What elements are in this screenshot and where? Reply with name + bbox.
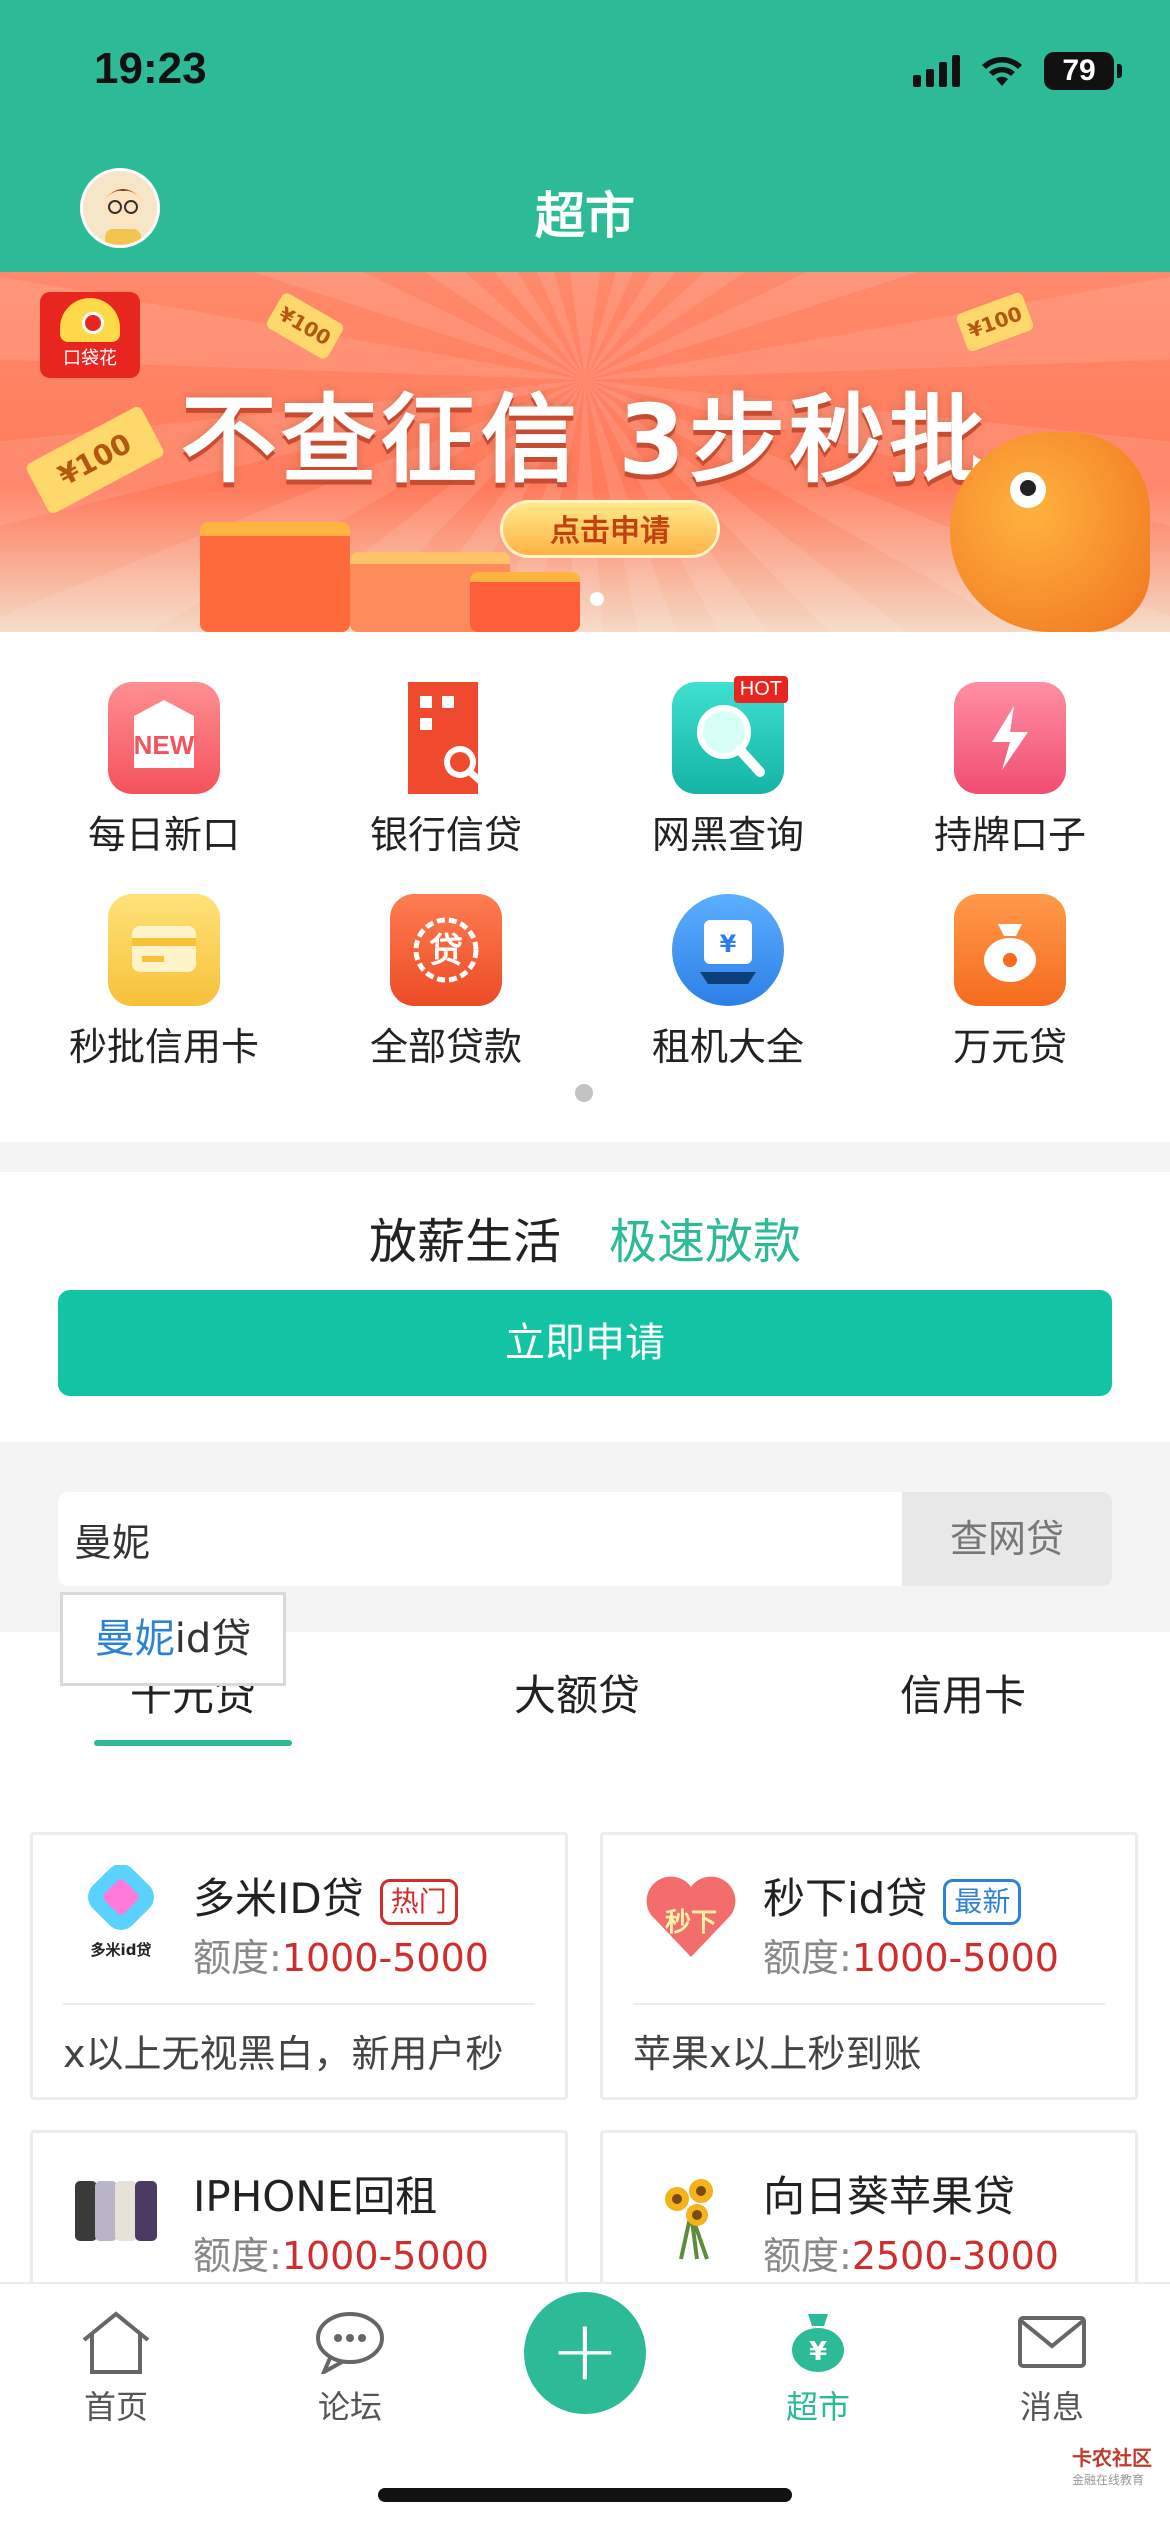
category-label: 秒批信用卡 (68, 1025, 259, 1069)
product-card[interactable]: IPHONE回租 额度:1000-5000 (30, 2130, 568, 2282)
category-label: 银行信贷 (369, 813, 522, 857)
status-time: 19:23 (94, 44, 207, 93)
category-item-instant-credit-card[interactable]: 秒批信用卡 (18, 894, 310, 1071)
chat-bubble-icon (312, 2310, 388, 2377)
product-card[interactable]: 秒下 秒下id贷 最新 额度:1000-5000 苹果x以上秒到账 (600, 1832, 1138, 2100)
page-title: 超市 (535, 187, 635, 245)
apply-now-button[interactable]: 立即申请 (58, 1290, 1112, 1396)
product-logo: 多米id贷 (71, 1865, 171, 1965)
svg-text:¥: ¥ (720, 930, 737, 958)
search-button[interactable]: 查网贷 (902, 1492, 1112, 1586)
product-quota: 额度:1000-5000 (763, 1936, 1059, 1980)
money-bag-icon: ¥ (780, 2310, 856, 2374)
card-divider (63, 2003, 535, 2005)
promo-text-secondary: 极速放款 (609, 1214, 802, 1270)
nav-forum[interactable]: 论坛 (250, 2310, 450, 2428)
search-suggestion[interactable]: 曼妮id贷 (60, 1592, 286, 1686)
status-icons: 79 (913, 52, 1122, 90)
category-item-all-loans[interactable]: 贷 全部贷款 (300, 894, 592, 1071)
search-input[interactable] (58, 1492, 902, 1586)
envelope-icon (1014, 2310, 1090, 2374)
product-desc: x以上无视黑白，新用户秒 (63, 2032, 504, 2076)
category-label: 网黑查询 (651, 813, 804, 857)
product-logo (71, 2163, 171, 2263)
nav-label: 消息 (1019, 2388, 1084, 2426)
money-bag-icon (954, 894, 1066, 1006)
nav-home[interactable]: 首页 (16, 2310, 216, 2428)
koi-fish-decoration (950, 432, 1150, 632)
app-header: 19:23 79 超市 (0, 0, 1170, 272)
magnifier-icon: HOT (672, 676, 788, 794)
category-label: 租机大全 (651, 1025, 804, 1069)
add-post-button[interactable]: + (524, 2292, 646, 2414)
cellular-signal-icon (913, 55, 960, 87)
category-grid: NEW 每日新口 银行信贷 HOT 网黑查询 持牌口子 秒批信用卡 贷 全部贷款 (0, 632, 1170, 1142)
category-item-daily-new[interactable]: NEW 每日新口 (18, 682, 310, 859)
lightning-icon (954, 682, 1066, 794)
svg-text:¥: ¥ (809, 2337, 827, 2367)
product-name: 秒下id贷 最新 (763, 1865, 1022, 1926)
banner-apply-button[interactable]: 点击申请 (500, 500, 720, 558)
product-quota: 额度:1000-5000 (193, 2234, 489, 2278)
product-name: 向日葵苹果贷 (763, 2172, 1016, 2221)
new-tag-icon: NEW (108, 682, 220, 794)
category-item-licensed-lenders[interactable]: 持牌口子 (864, 682, 1156, 859)
promo-section: 放薪生活 极速放款 立即申请 (0, 1172, 1170, 1442)
active-tab-indicator (94, 1740, 292, 1746)
watermark-title: 卡农社区 (1072, 2446, 1152, 2470)
wifi-icon (982, 57, 1022, 86)
home-indicator (378, 2488, 792, 2502)
nav-label: 超市 (785, 2388, 850, 2426)
gift-box-decoration (200, 522, 350, 632)
product-quota: 额度:2500-3000 (763, 2234, 1059, 2278)
product-logo (641, 2163, 741, 2263)
category-label: 持牌口子 (933, 813, 1086, 857)
nav-messages[interactable]: 消息 (952, 2310, 1152, 2428)
watermark: 卡农社区 金融在线教育 (1072, 2442, 1152, 2488)
product-list: 多米id贷 多米ID贷 热门 额度:1000-5000 x以上无视黑白，新用户秒 … (0, 1762, 1170, 2282)
watermark-subtitle: 金融在线教育 (1072, 2473, 1145, 2487)
category-item-10k-loan[interactable]: 万元贷 (864, 894, 1156, 1071)
promo-text-primary: 放薪生活 (368, 1214, 561, 1270)
category-item-bank-credit[interactable]: 银行信贷 (300, 682, 592, 859)
product-name: IPHONE回租 (193, 2172, 438, 2221)
bank-building-icon (390, 682, 502, 794)
promo-banner[interactable]: ¥100 ¥100 ¥100 口袋花 不查征信 3步秒批 点击申请 (0, 272, 1170, 632)
tab-credit-card[interactable]: 信用卡 (813, 1662, 1113, 1723)
svg-text:秒下: 秒下 (665, 1908, 717, 1938)
gift-box-decoration (470, 572, 580, 632)
hot-tag: 热门 (379, 1878, 458, 1925)
category-label: 万元贷 (952, 1025, 1067, 1069)
suggestion-rest: id贷 (174, 1616, 252, 1662)
product-quota: 额度:1000-5000 (193, 1936, 489, 1980)
new-tag: 最新 (943, 1878, 1022, 1925)
nav-market[interactable]: ¥ 超市 (718, 2310, 918, 2428)
hot-badge: HOT (733, 676, 788, 703)
product-card[interactable]: 多米id贷 多米ID贷 热门 额度:1000-5000 x以上无视黑白，新用户秒 (30, 1832, 568, 2100)
credit-card-icon (108, 894, 220, 1006)
loan-seal-icon: 贷 (390, 894, 502, 1006)
promo-text: 放薪生活 极速放款 (0, 1202, 1170, 1272)
home-icon (78, 2310, 154, 2374)
product-logo: 秒下 (641, 1865, 741, 1965)
category-item-blacklist-query[interactable]: HOT 网黑查询 (582, 676, 874, 859)
grid-page-dot (575, 1084, 593, 1102)
category-label: 全部贷款 (369, 1025, 522, 1069)
svg-text:贷: 贷 (429, 931, 463, 971)
nav-label: 论坛 (317, 2388, 382, 2426)
card-divider (633, 2003, 1105, 2005)
svg-text:NEW: NEW (134, 730, 195, 760)
product-name: 多米ID贷 热门 (193, 1865, 458, 1926)
category-item-device-rental[interactable]: ¥ 租机大全 (582, 894, 874, 1071)
banner-page-dot (590, 592, 604, 606)
product-desc: 苹果x以上秒到账 (633, 2032, 922, 2076)
product-card[interactable]: 向日葵苹果贷 额度:2500-3000 (600, 2130, 1138, 2282)
svg-text:多米id贷: 多米id贷 (91, 1941, 152, 1959)
suggestion-highlight: 曼妮 (94, 1616, 175, 1662)
tab-large-loan[interactable]: 大额贷 (427, 1662, 727, 1723)
rental-device-icon: ¥ (672, 894, 784, 1006)
nav-label: 首页 (83, 2388, 148, 2426)
battery-icon: 79 (1044, 52, 1122, 90)
category-label: 每日新口 (87, 813, 240, 857)
